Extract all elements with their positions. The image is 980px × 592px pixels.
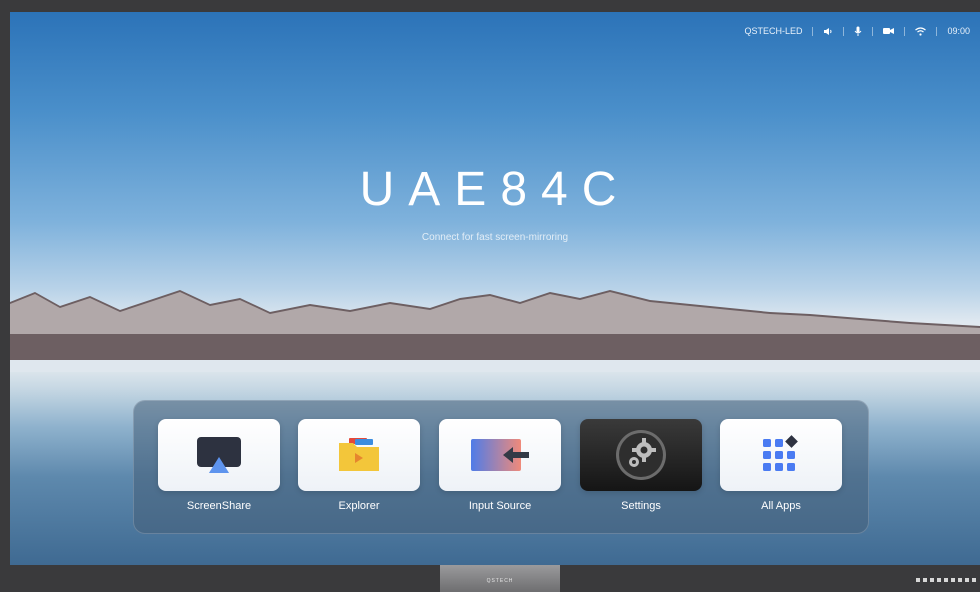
app-tile[interactable]	[158, 419, 280, 491]
mountain-range-wallpaper	[10, 290, 980, 372]
app-explorer[interactable]: Explorer	[298, 419, 420, 512]
apps-grid-icon	[763, 435, 798, 471]
speaker-icon[interactable]	[823, 27, 833, 36]
divider	[843, 26, 845, 36]
app-dock: ScreenShare Explorer Input Source Settin…	[133, 400, 869, 534]
clock: 09:00	[947, 26, 970, 36]
folder-icon	[339, 438, 379, 471]
brand-logo: QSTECH	[486, 578, 514, 584]
divider	[872, 26, 874, 36]
screenshare-icon	[197, 437, 241, 473]
gear-icon	[616, 430, 666, 480]
device-name: QSTECH-LED	[744, 26, 803, 36]
hero-title: UAE84C	[359, 163, 631, 216]
app-tile[interactable]	[298, 419, 420, 491]
divider	[936, 26, 938, 36]
app-screenshare[interactable]: ScreenShare	[158, 419, 280, 512]
app-all-apps[interactable]: All Apps	[720, 419, 842, 512]
input-source-icon	[471, 439, 529, 471]
io-ports	[916, 578, 976, 582]
app-settings[interactable]: Settings	[580, 419, 702, 512]
app-tile[interactable]	[439, 419, 561, 491]
status-bar: QSTECH-LED 09:00	[744, 26, 970, 36]
app-tile[interactable]	[720, 419, 842, 491]
app-label: All Apps	[761, 500, 801, 512]
app-label: Settings	[621, 500, 661, 512]
microphone-icon[interactable]	[854, 26, 862, 36]
wifi-icon[interactable]	[915, 26, 927, 36]
camera-icon[interactable]	[883, 27, 895, 35]
app-label: ScreenShare	[186, 500, 252, 512]
app-label: Explorer	[338, 500, 380, 512]
divider	[904, 26, 906, 36]
home-screen: QSTECH-LED 09:00 UAE84C Connect for fast…	[10, 12, 980, 565]
app-tile[interactable]	[580, 419, 702, 491]
hero-subtitle: Connect for fast screen-mirroring	[421, 232, 569, 243]
divider	[812, 26, 814, 36]
app-input-source[interactable]: Input Source	[439, 419, 561, 512]
app-label: Input Source	[468, 500, 532, 512]
